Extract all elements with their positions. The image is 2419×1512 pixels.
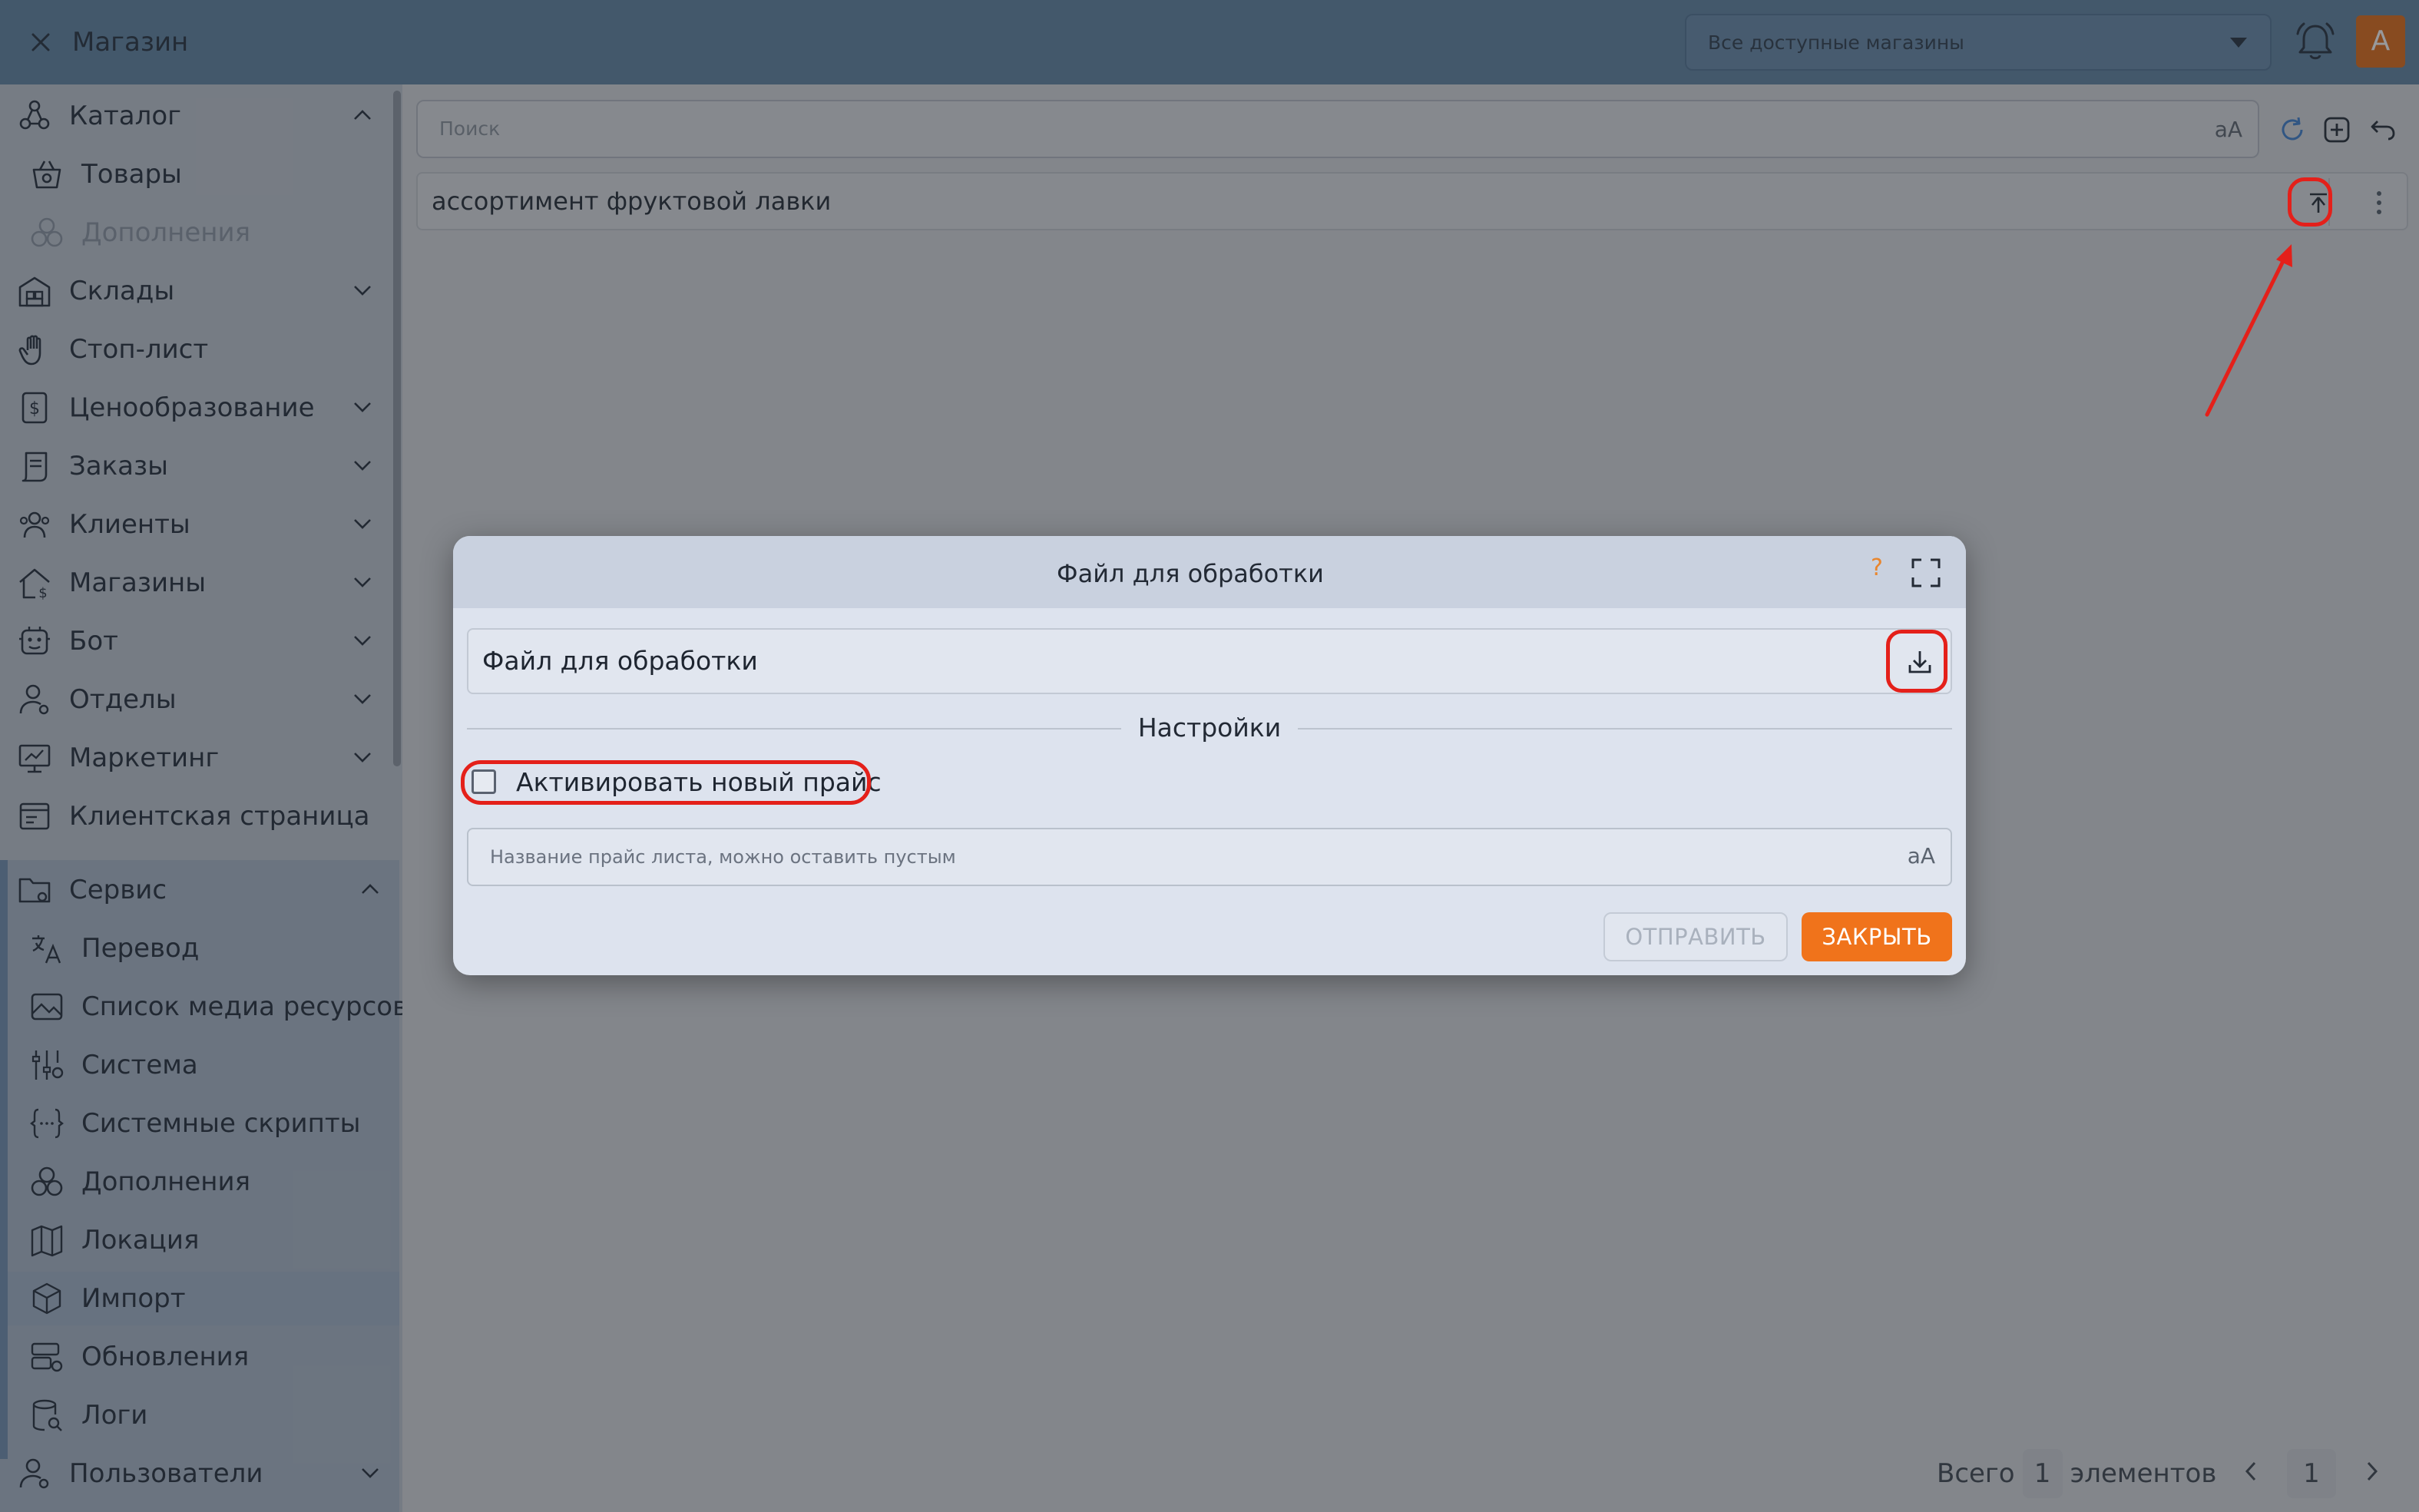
dialog-title: Файл для обработки bbox=[1057, 559, 1324, 588]
fullscreen-icon[interactable] bbox=[1909, 556, 1943, 590]
help-icon[interactable]: ? bbox=[1871, 554, 1883, 581]
annotation-arrow bbox=[2205, 244, 2292, 417]
annotation-highlight bbox=[1886, 630, 1947, 693]
file-dialog: Файл для обработки ? Файл для обработки … bbox=[453, 536, 1966, 975]
case-sensitive-icon[interactable]: aA bbox=[1908, 843, 1935, 868]
annotation-highlight bbox=[461, 760, 871, 805]
annotation-highlight bbox=[2288, 177, 2332, 227]
send-button[interactable]: ОТПРАВИТЬ bbox=[1603, 912, 1788, 961]
file-field-label: Файл для обработки bbox=[482, 646, 758, 676]
price-list-name-input[interactable]: Название прайс листа, можно оставить пус… bbox=[467, 828, 1952, 886]
settings-title: Настройки bbox=[453, 705, 1966, 751]
price-list-name-placeholder: Название прайс листа, можно оставить пус… bbox=[490, 846, 956, 868]
close-button[interactable]: ЗАКРЫТЬ bbox=[1802, 912, 1952, 961]
settings-title-text: Настройки bbox=[1120, 713, 1299, 743]
file-field[interactable]: Файл для обработки bbox=[467, 628, 1952, 694]
